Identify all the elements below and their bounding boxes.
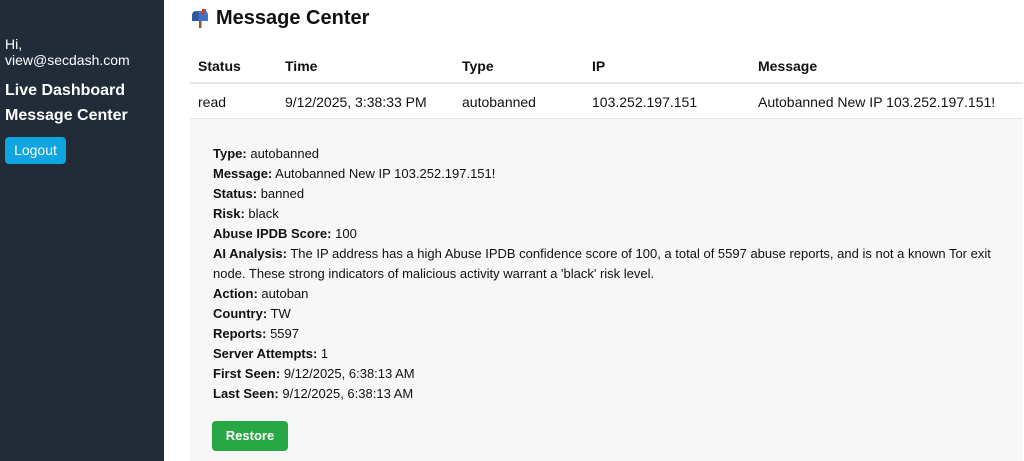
detail-country: Country: TW: [213, 304, 1003, 324]
main-content: Message Center Status Time Type IP Messa…: [190, 0, 1024, 461]
detail-status: Status: banned: [213, 184, 1003, 204]
detail-label: Reports:: [213, 326, 267, 341]
detail-label: Status:: [213, 186, 258, 201]
detail-label: First Seen:: [213, 366, 281, 381]
page-title: Message Center: [190, 5, 369, 31]
detail-server-attempts: Server Attempts: 1: [213, 344, 1003, 364]
detail-label: AI Analysis:: [213, 246, 287, 261]
detail-value: TW: [270, 306, 291, 321]
nav-live-dashboard[interactable]: Live Dashboard: [5, 82, 125, 100]
detail-value: autobanned: [250, 146, 320, 161]
detail-value: 9/12/2025, 6:38:13 AM: [283, 366, 415, 381]
detail-ai-analysis: AI Analysis: The IP address has a high A…: [213, 244, 1003, 284]
message-details-panel: Type: autobanned Message: Autobanned New…: [190, 119, 1023, 461]
column-header-status[interactable]: Status: [198, 58, 241, 74]
user-greeting: Hi, view@secdash.com: [5, 36, 130, 68]
greeting-hi: Hi,: [5, 36, 23, 52]
table-header: Status Time Type IP Message: [190, 54, 1023, 84]
restore-button[interactable]: Restore: [212, 421, 288, 451]
page-title-text: Message Center: [216, 6, 370, 29]
detail-list: Type: autobanned Message: Autobanned New…: [213, 144, 1003, 404]
detail-value: autoban: [261, 286, 309, 301]
row-status: read: [198, 94, 227, 110]
detail-action: Action: autoban: [213, 284, 1003, 304]
detail-value: 9/12/2025, 6:38:13 AM: [282, 386, 414, 401]
detail-first-seen: First Seen: 9/12/2025, 6:38:13 AM: [213, 364, 1003, 384]
detail-risk: Risk: black: [213, 204, 1003, 224]
column-header-message[interactable]: Message: [758, 58, 817, 74]
detail-value: 100: [335, 226, 357, 241]
row-ip: 103.252.197.151: [592, 94, 698, 110]
detail-reports: Reports: 5597: [213, 324, 1003, 344]
column-header-ip[interactable]: IP: [592, 58, 605, 74]
detail-abuse-score: Abuse IPDB Score: 100: [213, 224, 1003, 244]
detail-label: Abuse IPDB Score:: [213, 226, 332, 241]
row-time: 9/12/2025, 3:38:33 PM: [285, 94, 427, 110]
row-message: Autobanned New IP 103.252.197.151!: [758, 94, 996, 110]
column-header-type[interactable]: Type: [462, 58, 494, 74]
detail-value: banned: [260, 186, 305, 201]
detail-label: Last Seen:: [213, 386, 279, 401]
column-header-time[interactable]: Time: [285, 58, 317, 74]
nav-message-center[interactable]: Message Center: [5, 107, 128, 125]
detail-message: Message: Autobanned New IP 103.252.197.1…: [213, 164, 1003, 184]
detail-value: 5597: [270, 326, 299, 341]
detail-label: Type:: [213, 146, 247, 161]
row-type: autobanned: [462, 94, 536, 110]
detail-value: 1: [320, 346, 329, 361]
detail-type: Type: autobanned: [213, 144, 1003, 164]
detail-label: Country:: [213, 306, 268, 321]
sidebar: Hi, view@secdash.com Live Dashboard Mess…: [0, 0, 164, 461]
detail-value: black: [248, 206, 279, 221]
table-row[interactable]: read 9/12/2025, 3:38:33 PM autobanned 10…: [190, 84, 1023, 119]
user-email: view@secdash.com: [5, 52, 130, 68]
detail-label: Message:: [213, 166, 273, 181]
detail-label: Action:: [213, 286, 258, 301]
detail-last-seen: Last Seen: 9/12/2025, 6:38:13 AM: [213, 384, 1003, 404]
detail-value: Autobanned New IP 103.252.197.151!: [275, 166, 496, 181]
detail-value: The IP address has a high Abuse IPDB con…: [213, 246, 991, 281]
detail-label: Risk:: [213, 206, 245, 221]
detail-label: Server Attempts:: [213, 346, 318, 361]
logout-button[interactable]: Logout: [5, 137, 66, 164]
mailbox-icon: [192, 9, 208, 28]
